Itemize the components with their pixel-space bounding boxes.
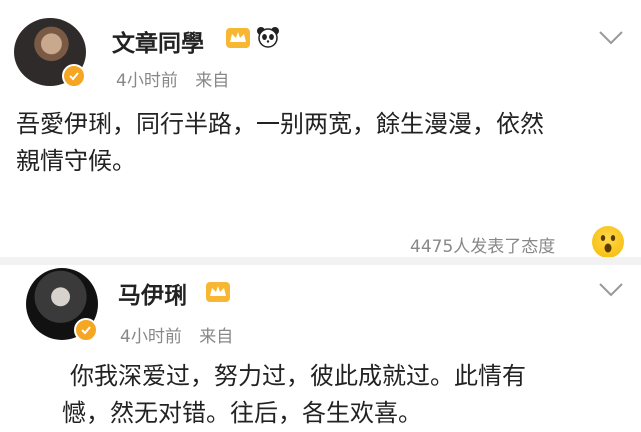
- post-content-line: 憾，然无对错。往后，各生欢喜。: [62, 399, 422, 427]
- verified-badge-icon: [74, 318, 98, 342]
- post-source[interactable]: 来自: [199, 327, 233, 347]
- post-content-line: 吾愛伊琍，同行半路，一别两宽，餘生漫漫，依然: [16, 110, 544, 138]
- post-content-line: 親情守候。: [16, 147, 136, 175]
- post-meta: 4小时前 来自: [120, 322, 233, 347]
- verified-badge-icon: [62, 64, 86, 88]
- surprised-emoji-icon[interactable]: [592, 226, 624, 258]
- post-time: 4小时前: [120, 327, 182, 347]
- panda-icon: [256, 26, 280, 48]
- post-source[interactable]: 来自: [195, 71, 229, 91]
- post-author-name[interactable]: 马伊琍: [118, 276, 187, 310]
- chevron-down-icon[interactable]: [598, 282, 624, 298]
- vip-crown-icon: [206, 282, 230, 302]
- post-meta: 4小时前 来自: [116, 66, 229, 91]
- reactions-count[interactable]: 4475人发表了态度: [410, 232, 555, 257]
- post-time: 4小时前: [116, 71, 178, 91]
- chevron-down-icon[interactable]: [598, 30, 624, 46]
- post-content-line: 你我深爱过，努力过，彼此成就过。此情有: [70, 362, 526, 390]
- vip-crown-icon: [226, 28, 250, 48]
- post-content: 你我深爱过，努力过，彼此成就过。此情有 憾，然无对错。往后，各生欢喜。: [62, 358, 526, 432]
- post-divider: [0, 257, 641, 265]
- post-content: 吾愛伊琍，同行半路，一别两宽，餘生漫漫，依然 親情守候。: [16, 106, 544, 180]
- post-author-name[interactable]: 文章同學: [112, 24, 204, 58]
